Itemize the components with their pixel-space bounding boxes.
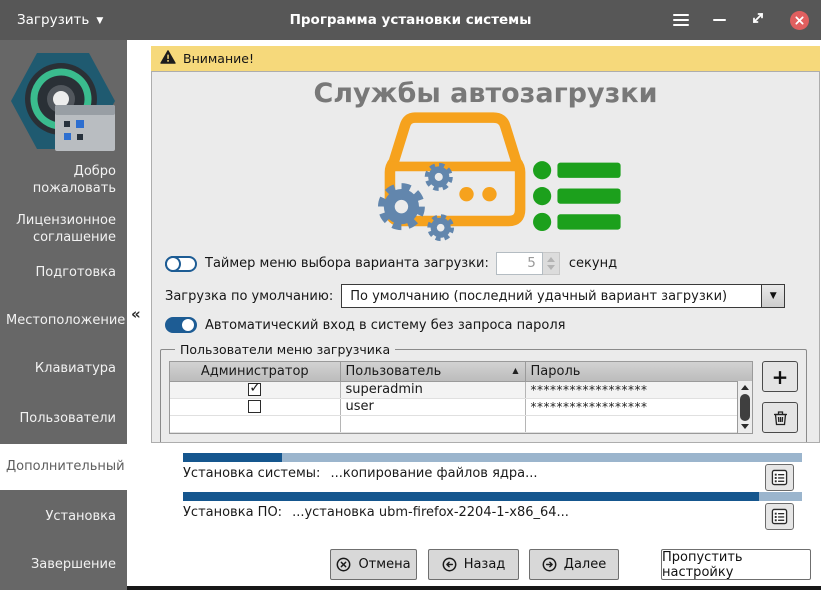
password-cell: ****************** bbox=[525, 381, 752, 398]
skip-label: Пропустить настройку bbox=[662, 550, 810, 580]
caret-down-icon: ▼ bbox=[96, 15, 103, 26]
menu-icon[interactable] bbox=[673, 14, 689, 27]
default-boot-select[interactable]: По умолчанию (последний удачный вариант … bbox=[341, 284, 785, 308]
system-progress-row: Установка системы: ...копирование файлов… bbox=[183, 466, 795, 481]
sidebar-item-users: Пользователи bbox=[0, 410, 127, 427]
software-progress-status: ...установка ubm-firefox-2204-1-x86_64..… bbox=[292, 505, 569, 520]
timer-toggle[interactable] bbox=[165, 256, 197, 272]
sort-asc-icon: ▲ bbox=[512, 366, 518, 375]
caret-down-icon: ▼ bbox=[770, 291, 777, 301]
footer-buttons: Отмена Назад Далее Пропустить настройку bbox=[150, 549, 821, 580]
load-menu-button[interactable]: Загрузить ▼ bbox=[17, 12, 103, 28]
main-content: Внимание! Службы автозагрузки bbox=[150, 40, 821, 590]
software-log-button[interactable] bbox=[765, 503, 794, 530]
next-label: Далее bbox=[564, 557, 606, 572]
timer-spinner: 5 bbox=[496, 252, 560, 275]
scrollbar-thumb[interactable] bbox=[740, 394, 750, 421]
software-progress-label: Установка ПО: bbox=[183, 505, 282, 520]
autostart-panel: Службы автозагрузки bbox=[151, 71, 820, 443]
collapse-sidebar-icon[interactable]: « bbox=[131, 305, 141, 323]
log-icon bbox=[771, 508, 788, 525]
timer-label: Таймер меню выбора варианта загрузки: bbox=[205, 256, 489, 271]
minimize-icon[interactable] bbox=[713, 19, 726, 22]
window-controls bbox=[673, 0, 809, 40]
close-icon[interactable] bbox=[790, 11, 809, 30]
default-boot-label: Загрузка по умолчанию: bbox=[165, 289, 333, 304]
warning-icon bbox=[160, 50, 176, 67]
sidebar-gutter: « bbox=[127, 40, 150, 590]
log-icon bbox=[771, 469, 788, 486]
timer-row: Таймер меню выбора варианта загрузки: 5 … bbox=[165, 252, 819, 275]
system-progress-status: ...копирование файлов ядра... bbox=[330, 466, 537, 481]
scroll-up-icon[interactable] bbox=[738, 382, 752, 393]
table-scrollbar[interactable] bbox=[737, 381, 752, 433]
cancel-button[interactable]: Отмена bbox=[330, 549, 417, 580]
sidebar-item-preparation: Подготовка bbox=[0, 264, 127, 281]
admin-checkbox[interactable] bbox=[248, 400, 261, 413]
sidebar-item-keyboard: Клавиатура bbox=[0, 360, 127, 377]
page-title: Службы автозагрузки bbox=[152, 78, 819, 109]
sidebar-item-installation: Установка bbox=[0, 508, 127, 525]
window-bottom-edge bbox=[127, 586, 821, 590]
plus-icon: + bbox=[772, 365, 789, 389]
delete-user-button[interactable] bbox=[762, 402, 798, 433]
next-button[interactable]: Далее bbox=[529, 549, 619, 580]
column-header-password[interactable]: Пароль bbox=[525, 362, 752, 381]
trash-icon bbox=[773, 410, 788, 426]
sidebar-item-location: Местоположение bbox=[0, 312, 127, 329]
table-row[interactable]: superadmin ****************** bbox=[170, 381, 752, 398]
warning-banner: Внимание! bbox=[151, 46, 820, 71]
software-progress-fill bbox=[183, 492, 759, 501]
installer-logo bbox=[8, 50, 120, 156]
timer-suffix: секунд bbox=[569, 256, 617, 271]
select-dropdown-button[interactable]: ▼ bbox=[761, 285, 784, 307]
autologin-row: Автоматический вход в систему без запрос… bbox=[165, 317, 819, 333]
empty-row bbox=[170, 415, 752, 432]
installer-window: Загрузить ▼ Программа установки системы bbox=[0, 0, 821, 590]
back-circle-icon bbox=[442, 557, 457, 572]
users-table: Администратор Пользователь▲ Пароль super… bbox=[169, 361, 753, 434]
skip-setup-button[interactable]: Пропустить настройку bbox=[661, 549, 811, 580]
back-button[interactable]: Назад bbox=[428, 549, 519, 580]
warning-label: Внимание! bbox=[183, 51, 254, 66]
sidebar-item-additional: Дополнительный bbox=[0, 444, 127, 490]
software-progress-row: Установка ПО: ...установка ubm-firefox-2… bbox=[183, 505, 795, 520]
autologin-toggle[interactable] bbox=[165, 317, 197, 333]
drive-gears-icon bbox=[344, 109, 626, 243]
spinner-arrows[interactable] bbox=[543, 252, 560, 275]
scroll-down-icon[interactable] bbox=[738, 421, 752, 432]
user-cell: superadmin bbox=[340, 381, 525, 398]
cancel-circle-icon bbox=[336, 557, 351, 572]
add-user-button[interactable]: + bbox=[762, 361, 798, 392]
software-progressbar bbox=[183, 492, 802, 501]
load-menu-label: Загрузить bbox=[17, 12, 89, 28]
password-cell: ****************** bbox=[525, 398, 752, 415]
sidebar-item-finish: Завершение bbox=[0, 556, 127, 573]
bootloader-users-group: Пользователи меню загрузчика Администрат… bbox=[160, 342, 807, 443]
system-progress-label: Установка системы: bbox=[183, 466, 320, 481]
back-label: Назад bbox=[464, 557, 506, 572]
next-circle-icon bbox=[542, 557, 557, 572]
autologin-label: Автоматический вход в систему без запрос… bbox=[205, 318, 565, 333]
system-progress-fill bbox=[183, 453, 282, 462]
bootloader-users-legend: Пользователи меню загрузчика bbox=[175, 342, 395, 357]
sidebar-steps: Добро пожаловать Лицензионное соглашение… bbox=[0, 40, 127, 590]
default-boot-row: Загрузка по умолчанию: По умолчанию (пос… bbox=[165, 284, 819, 308]
sidebar-item-welcome: Добро пожаловать bbox=[0, 163, 127, 197]
system-log-button[interactable] bbox=[765, 464, 794, 491]
column-header-admin[interactable]: Администратор bbox=[170, 362, 340, 381]
user-cell: user bbox=[340, 398, 525, 415]
cancel-label: Отмена bbox=[358, 557, 410, 572]
maximize-icon[interactable] bbox=[750, 10, 766, 30]
titlebar: Загрузить ▼ Программа установки системы bbox=[0, 0, 821, 40]
sidebar-item-license: Лицензионное соглашение bbox=[0, 212, 127, 246]
default-boot-value: По умолчанию (последний удачный вариант … bbox=[342, 289, 761, 304]
column-header-user[interactable]: Пользователь▲ bbox=[340, 362, 525, 381]
autostart-illustration bbox=[152, 109, 819, 243]
table-row[interactable]: user ****************** bbox=[170, 398, 752, 415]
system-progressbar bbox=[183, 453, 802, 462]
timer-value-input[interactable]: 5 bbox=[496, 252, 543, 275]
admin-checkbox[interactable] bbox=[248, 383, 261, 396]
